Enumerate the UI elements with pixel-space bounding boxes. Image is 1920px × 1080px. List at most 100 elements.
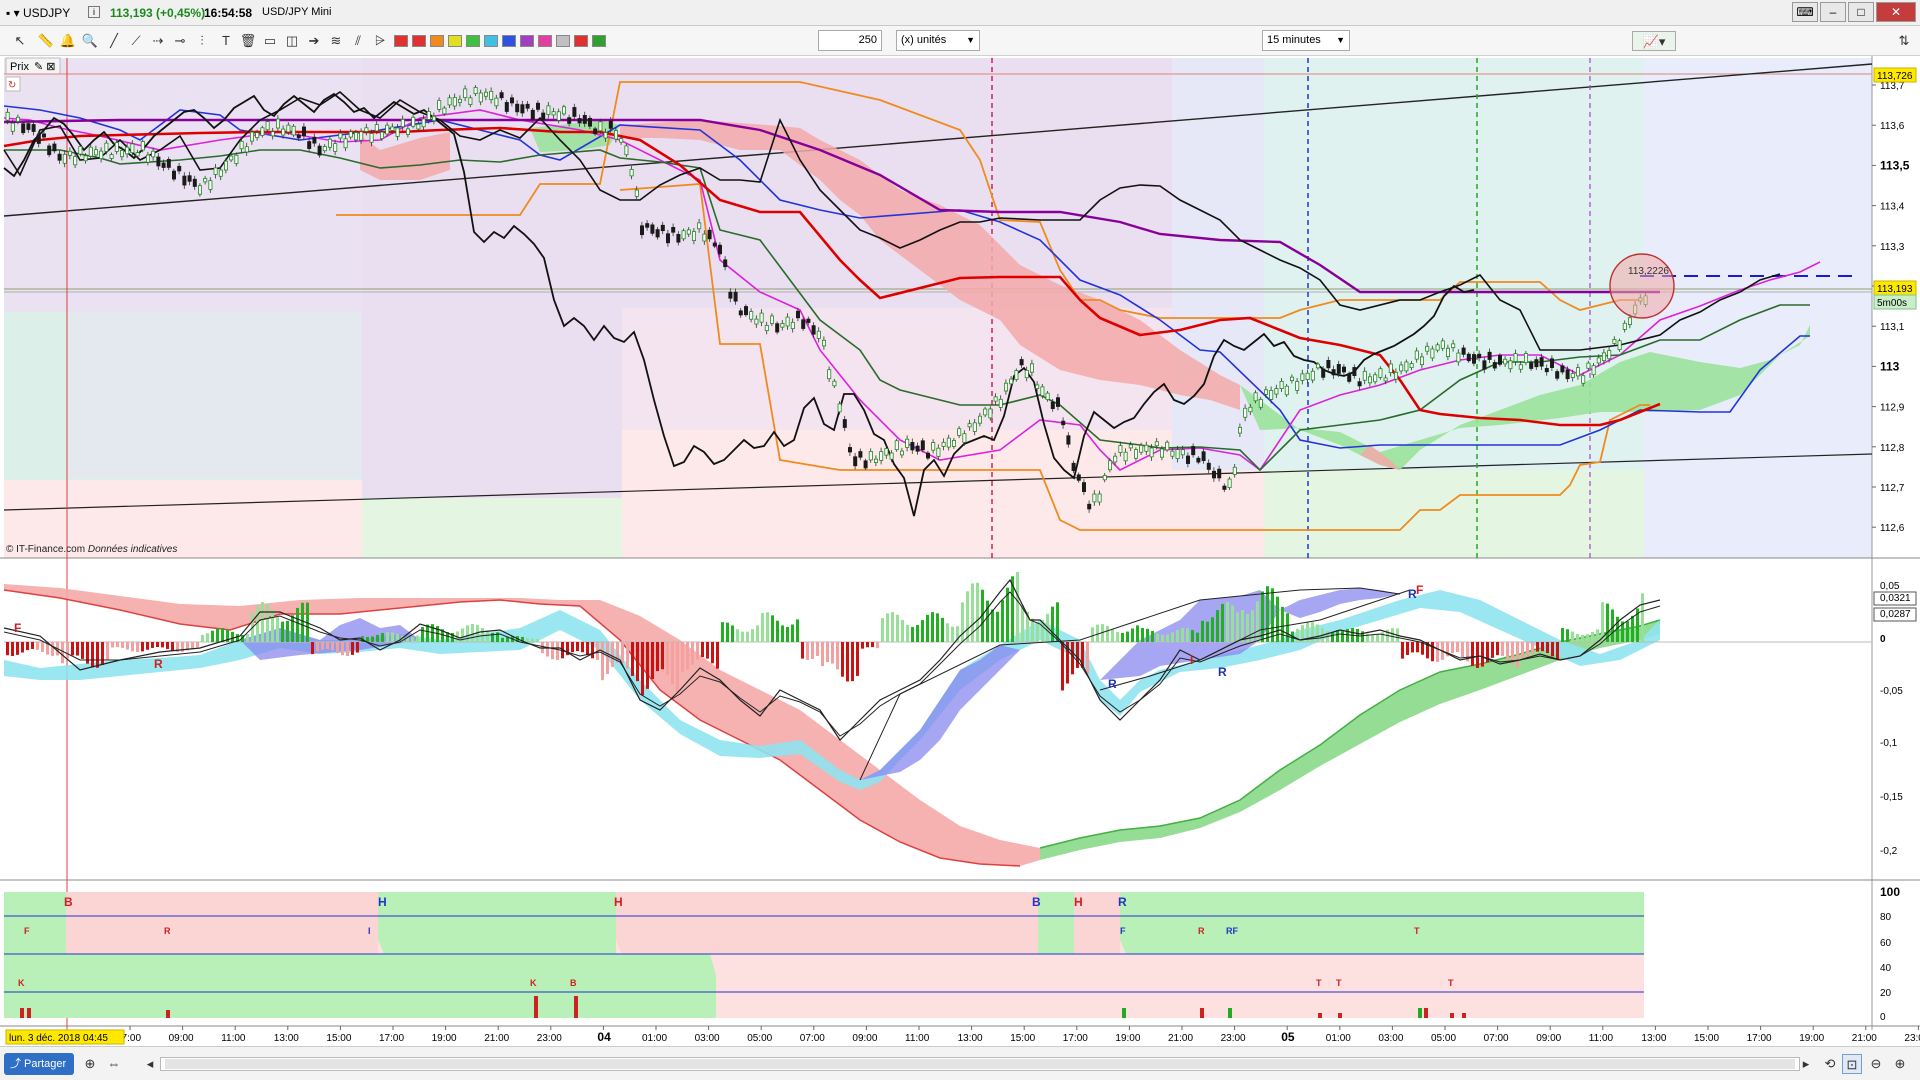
hist-bar <box>896 614 899 642</box>
hist-bar <box>1316 624 1319 642</box>
pointer-icon[interactable]: ↖ <box>10 31 30 51</box>
candle-body <box>1596 357 1601 364</box>
ray-tool-icon[interactable]: ⟋ <box>126 31 146 51</box>
units-select[interactable]: (x) unités ▼ <box>896 30 980 51</box>
symbol-dropdown[interactable]: ▪ ▾ USDJPY <box>6 6 70 20</box>
color-red-swatch[interactable] <box>394 35 408 47</box>
color-orange-swatch[interactable] <box>430 35 444 47</box>
candle-body <box>1092 493 1097 503</box>
scroll-left-icon[interactable]: ◂ <box>140 1054 160 1074</box>
zoom-fit-icon[interactable]: ⊡ <box>1842 1054 1862 1074</box>
stretch-icon[interactable]: ⇔ <box>104 1054 124 1074</box>
color-grey-swatch[interactable] <box>556 35 570 47</box>
hline-tool-icon[interactable]: ⇢ <box>148 31 168 51</box>
candle-body <box>645 223 650 228</box>
hist-bar <box>126 642 129 650</box>
candle-body <box>1232 466 1237 475</box>
scroll-right-icon[interactable]: ▸ <box>1796 1054 1816 1074</box>
candle-body <box>541 112 546 121</box>
vline-tool-icon[interactable]: ⫶ <box>192 31 212 51</box>
line-tool-icon[interactable]: ╱ <box>104 31 124 51</box>
color-purple-swatch[interactable] <box>520 35 534 47</box>
candle-body <box>1238 426 1243 434</box>
time-tick-label: 19:00 <box>1799 1033 1824 1044</box>
hist-bar <box>686 642 689 670</box>
chart-style-icon[interactable]: 📈▾ <box>1632 31 1676 51</box>
reset-zoom-icon[interactable]: ⟲ <box>1820 1054 1840 1074</box>
zoom-icon[interactable]: 🔍 <box>80 31 100 51</box>
hist-bar <box>1451 642 1454 654</box>
hist-bar <box>791 624 794 642</box>
time-tick-label: 19:00 <box>1115 1033 1140 1044</box>
close-button[interactable]: ✕ <box>1876 2 1916 22</box>
candle-body <box>499 92 504 99</box>
candle-body <box>270 131 275 137</box>
color-blue-swatch[interactable] <box>502 35 516 47</box>
info-icon[interactable]: i <box>88 6 100 18</box>
candle-body <box>1108 460 1113 471</box>
share-button[interactable]: ⤴ Partager <box>4 1053 74 1075</box>
hist-bar <box>1106 625 1109 642</box>
candle-body <box>1191 446 1196 456</box>
hist-bar <box>196 642 199 648</box>
maximize-button[interactable]: □ <box>1848 2 1874 22</box>
panel-toggle-icon[interactable]: ⇅ <box>1894 31 1914 51</box>
candle-body <box>1472 354 1477 364</box>
scroll-thumb[interactable] <box>165 1059 1795 1069</box>
color-cyan-swatch[interactable] <box>484 35 498 47</box>
trash-icon[interactable]: 🗑 <box>238 31 258 51</box>
hist-bar <box>1116 632 1119 642</box>
hist-bar <box>901 619 904 642</box>
candle-body <box>744 306 749 316</box>
ruler-icon[interactable]: 📏 <box>36 31 56 51</box>
osc-bar <box>1450 1013 1454 1018</box>
bell-icon[interactable]: 🔔 <box>58 31 78 51</box>
hist-bar <box>21 642 24 653</box>
color-red3-swatch[interactable] <box>574 35 588 47</box>
text-tool-icon[interactable]: T <box>216 31 236 51</box>
pane-tab-label: Prix <box>10 61 29 73</box>
hist-bar <box>6 642 9 656</box>
candle-body <box>681 230 686 240</box>
gann-tool-icon[interactable]: ⩥ <box>370 31 390 51</box>
hist-bar <box>651 642 654 680</box>
minimize-button[interactable]: – <box>1820 2 1846 22</box>
candle-body <box>78 146 83 155</box>
color-yellow-swatch[interactable] <box>448 35 462 47</box>
horizontal-scrollbar[interactable] <box>160 1057 1800 1071</box>
hist-bar <box>1501 642 1504 656</box>
candle-body <box>515 103 520 113</box>
color-pink-swatch[interactable] <box>538 35 552 47</box>
osc-letter: R <box>1198 926 1205 936</box>
candle-body <box>1118 445 1123 453</box>
units-input[interactable]: 250 <box>818 30 882 51</box>
color-red2-swatch[interactable] <box>412 35 426 47</box>
arrow-tool-icon[interactable]: ➔ <box>304 31 324 51</box>
callout-tool-icon[interactable]: ◫ <box>282 31 302 51</box>
keyboard-icon[interactable]: ⌨ <box>1792 2 1818 22</box>
hist-bar <box>1226 602 1229 642</box>
fib-tool-icon[interactable]: ≋ <box>326 31 346 51</box>
interval-label: 15 minutes <box>1267 34 1321 46</box>
zoom-out-icon[interactable]: ⊖ <box>1866 1054 1886 1074</box>
candle-body <box>21 123 26 134</box>
hist-bar <box>611 642 614 667</box>
interval-select[interactable]: 15 minutes ▼ <box>1262 30 1350 51</box>
color-dkgreen-swatch[interactable] <box>592 35 606 47</box>
candle-body <box>395 127 400 137</box>
hist-bar <box>501 637 504 642</box>
osc-letter: H <box>378 895 387 909</box>
candle-body <box>187 175 192 182</box>
highlight-circle[interactable] <box>1609 253 1675 319</box>
channel-tool-icon[interactable]: ⫽ <box>348 31 368 51</box>
color-green-swatch[interactable] <box>466 35 480 47</box>
candle-body <box>483 91 488 97</box>
hline2-tool-icon[interactable]: ⊸ <box>170 31 190 51</box>
osc-letter: RF <box>1226 926 1238 936</box>
edit-icon[interactable]: ✎ ⊠ <box>34 61 56 73</box>
resistance-price-label: 113,726 <box>1877 71 1913 82</box>
zoom-in-icon[interactable]: ⊕ <box>1890 1054 1910 1074</box>
crosshair-icon[interactable]: ⊕ <box>80 1054 100 1074</box>
chart-area[interactable]: Prix ✎ ⊠ ↻ 113,2226 © IT-Finance.com Don… <box>0 56 1920 1046</box>
rectangle-tool-icon[interactable]: ▭ <box>260 31 280 51</box>
